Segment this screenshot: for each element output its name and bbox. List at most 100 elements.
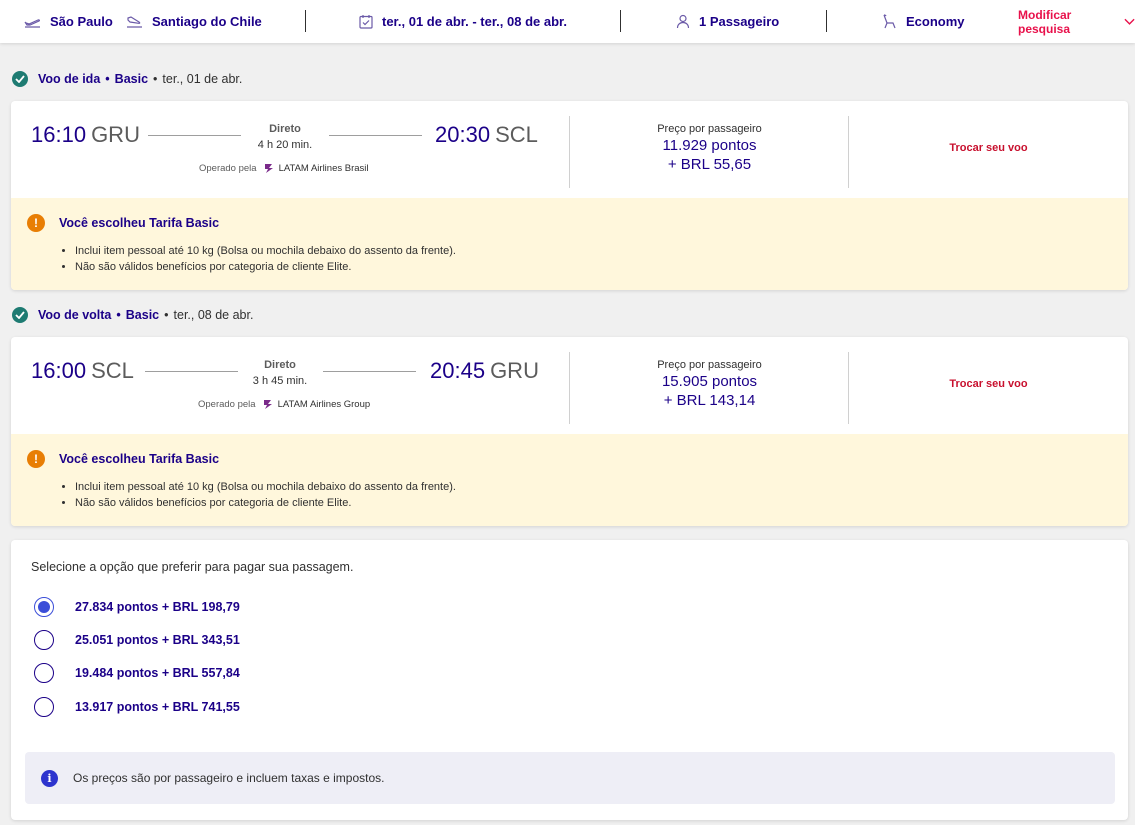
passengers-label: 1 Passageiro [699,14,780,29]
fare-condition-item: Não são válidos benefícios por categoria… [75,495,1128,511]
payment-option-label: 27.834 pontos + BRL 198,79 [75,600,240,614]
fare-title-text: Você escolheu Tarifa Basic [59,452,220,466]
destination-field[interactable]: Santiago do Chile [126,0,262,43]
scrolled-content-edge [184,43,514,46]
outbound-flight-summary: 16:10 GRU Direto 4 h 20 min. 20:30 SCL Ope… [11,101,1128,198]
route-line [323,371,416,372]
price-points: 15.905 pontos [661,373,758,390]
arrival-airport: GRU [490,358,539,383]
seat-icon [883,14,896,29]
payment-option[interactable]: 27.834 pontos + BRL 198,79 [34,597,240,617]
payment-options-card: Selecione a opção que preferir para paga… [11,540,1128,820]
payment-option[interactable]: 13.917 pontos + BRL 741,55 [34,697,240,717]
person-icon [676,14,690,29]
modify-search-label: Modificar pesquisa [1018,7,1072,36]
origin-label: São Paulo [50,14,113,29]
separator-dot: • [153,72,158,86]
arrival-airport: SCL [495,122,538,147]
inbound-price: Preço por passageiro 15.905 pontos + BRL… [570,359,849,409]
radio-dot [38,601,50,613]
price-points: 11.929 pontos [662,137,757,154]
cabin-field[interactable]: Economy [881,0,965,43]
dates-field[interactable]: ter., 01 de abr. - ter., 08 de abr. [359,0,567,43]
outbound-price: Preço por passageiro 11.929 pontos + BRL… [570,123,849,173]
outbound-fare-notice: ! Você escolheu Tarifa Basic Inclui item… [11,198,1128,290]
payment-option-label: 19.484 pontos + BRL 557,84 [75,666,240,680]
flight-duration: 4 h 20 min. [257,139,313,151]
price-label: Preço por passageiro [657,359,762,371]
carrier-name: LATAM Airlines Brasil [278,163,369,174]
departure: 16:10 GRU [31,122,140,148]
destination-label: Santiago do Chile [152,14,262,29]
stops-label: Direto [264,359,296,371]
payment-option-label: 25.051 pontos + BRL 343,51 [75,633,240,647]
change-outbound-flight-link[interactable]: Trocar seu voo [849,142,1128,154]
fare-conditions-list: Inclui item pessoal até 10 kg (Bolsa ou … [75,243,1128,275]
fare-condition-item: Inclui item pessoal até 10 kg (Bolsa ou … [75,479,1128,495]
price-label: Preço por passageiro [657,123,762,135]
radio-unselected[interactable] [34,697,54,717]
radio-unselected[interactable] [34,663,54,683]
outbound-date: ter., 01 de abr. [162,72,243,86]
stops-label: Direto [269,123,301,135]
inbound-date: ter., 08 de abr. [173,308,254,322]
info-text: Os preços são por passageiro e incluem t… [73,771,385,785]
price-brl: + BRL 55,65 [667,156,752,173]
fare-condition-item: Não são válidos benefícios por categoria… [75,259,1128,275]
arrival: 20:30 SCL [435,122,538,148]
separator-dot: • [116,308,121,322]
chevron-down-icon [1124,18,1135,25]
passengers-field[interactable]: 1 Passageiro [676,0,779,43]
departure: 16:00 SCL [31,358,134,384]
inbound-header: Voo de volta • Basic • ter., 08 de abr. [12,305,253,325]
cabin-label: Economy [906,14,965,29]
modify-search-button[interactable]: Modificar pesquisa [1018,0,1135,43]
payment-option[interactable]: 19.484 pontos + BRL 557,84 [34,663,240,683]
inbound-title: Voo de volta [38,308,112,322]
payment-option[interactable]: 25.051 pontos + BRL 343,51 [34,630,240,650]
separator-dot: • [105,72,110,86]
info-notice: i Os preços são por passageiro e incluem… [25,752,1115,804]
info-icon: i [41,769,58,787]
inbound-fare-name: Basic [125,308,160,322]
warning-icon: ! [27,214,45,232]
search-summary-bar: São Paulo Santiago do Chile ter., 01 de … [0,0,1135,43]
radio-unselected[interactable] [34,630,54,650]
latam-logo-icon [263,400,272,409]
arrival-time: 20:45 [430,358,486,383]
route-line [148,135,241,136]
departure-airport: GRU [91,122,140,147]
outbound-fare-name: Basic [114,72,149,86]
fare-condition-item: Inclui item pessoal até 10 kg (Bolsa ou … [75,243,1128,259]
carrier-name: LATAM Airlines Group [277,399,371,410]
operated-by-label: Operado pela [199,163,257,174]
operator-info: Operado pela LATAM Airlines Brasil [199,163,369,174]
departure-time: 16:00 [31,358,87,383]
fare-notice-title: ! Você escolheu Tarifa Basic [27,214,1128,232]
radio-selected[interactable] [34,597,54,617]
latam-logo-icon [264,164,273,173]
change-inbound-flight-link[interactable]: Trocar seu voo [849,378,1128,390]
price-brl: + BRL 143,14 [663,392,756,409]
inbound-flight-summary: 16:00 SCL Direto 3 h 45 min. 20:45 GRU Ope… [11,337,1128,434]
payment-options-title: Selecione a opção que preferir para paga… [31,560,354,574]
departure-airport: SCL [91,358,134,383]
warning-icon: ! [27,450,45,468]
divider [305,10,306,32]
fare-notice-title: ! Você escolheu Tarifa Basic [27,450,1128,468]
operated-by-label: Operado pela [198,399,256,410]
flight-duration: 3 h 45 min. [252,375,308,387]
route-line [145,371,238,372]
landing-icon [127,15,142,28]
fare-conditions-list: Inclui item pessoal até 10 kg (Bolsa ou … [75,479,1128,511]
departure-time: 16:10 [31,122,87,147]
route-line [329,135,422,136]
arrival-time: 20:30 [435,122,491,147]
inbound-flight-card: 16:00 SCL Direto 3 h 45 min. 20:45 GRU Ope… [11,337,1128,526]
origin-field[interactable]: São Paulo [24,0,113,43]
dates-label: ter., 01 de abr. - ter., 08 de abr. [382,14,567,29]
operator-info: Operado pela LATAM Airlines Group [198,399,370,410]
calendar-icon [359,15,373,29]
takeoff-icon [24,18,41,28]
payment-option-label: 13.917 pontos + BRL 741,55 [75,700,240,714]
